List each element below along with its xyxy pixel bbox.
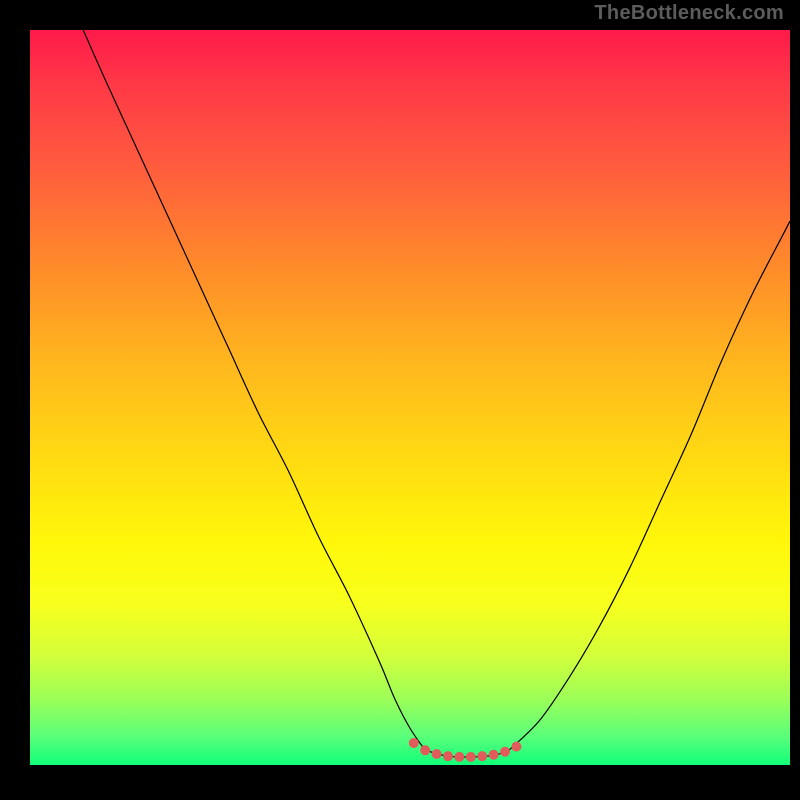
chart-frame: TheBottleneck.com — [0, 0, 800, 800]
gradient-field — [30, 30, 790, 765]
watermark-text: TheBottleneck.com — [594, 2, 784, 25]
